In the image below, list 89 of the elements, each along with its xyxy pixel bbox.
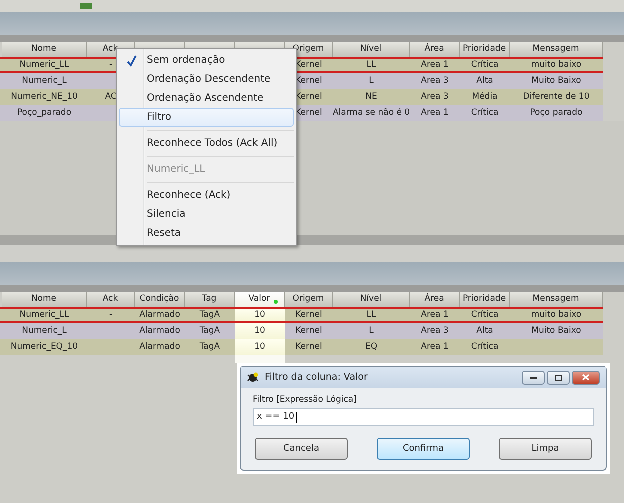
bug-icon bbox=[247, 371, 260, 384]
table-cell: Kernel bbox=[296, 326, 322, 336]
menu-item[interactable]: Reconhece (Ack) bbox=[119, 186, 294, 205]
table-cell: Alarmado bbox=[140, 310, 180, 320]
table-cell: Muito Baixo bbox=[532, 76, 582, 86]
table-cell: Muito Baixo bbox=[532, 326, 582, 336]
column-header[interactable]: Mensagem bbox=[510, 42, 603, 57]
menu-item[interactable]: Reconhece Todos (Ack All) bbox=[119, 134, 294, 153]
table-cell: Alarmado bbox=[140, 326, 180, 336]
column-header[interactable]: Mensagem bbox=[510, 292, 603, 307]
field-label: Filtro [Expressão Lógica] bbox=[253, 395, 358, 405]
table-cell: Numeric_LL bbox=[20, 60, 70, 70]
table-cell: Area 3 bbox=[421, 326, 449, 336]
column-header[interactable]: Tag bbox=[185, 292, 235, 307]
menu-item[interactable]: Ordenação Ascendente bbox=[119, 89, 294, 108]
column-header[interactable]: Área bbox=[410, 42, 460, 57]
table-cell: Kernel bbox=[296, 342, 322, 352]
column-header[interactable]: Prioridade bbox=[460, 42, 510, 57]
table-cell: 10 bbox=[254, 310, 266, 320]
alarm-row[interactable]: Numeric_L Alarmado TagA 10 Kernel L Area 3 Alta Muito Baixo bbox=[0, 323, 603, 339]
table-cell: Numeric_L bbox=[22, 76, 67, 86]
table-cell: TagA bbox=[200, 326, 220, 336]
dialog-button[interactable]: Limpa bbox=[499, 438, 592, 460]
table-cell: muito baixo bbox=[531, 310, 582, 320]
table-cell: Alarmado bbox=[140, 342, 180, 352]
menu-item[interactable]: Reseta bbox=[119, 224, 294, 243]
column-header[interactable]: Nível bbox=[333, 292, 410, 307]
table-cell: Alarma se não é 0 bbox=[333, 108, 410, 118]
column-header[interactable]: Nível bbox=[333, 42, 410, 57]
table-cell: 10 bbox=[254, 342, 266, 352]
table-cell: Alta bbox=[476, 326, 494, 336]
table-cell: Area 1 bbox=[421, 60, 449, 70]
minimize-button[interactable] bbox=[522, 370, 545, 384]
table-cell: TagA bbox=[200, 310, 220, 320]
table-cell: EQ bbox=[365, 342, 378, 352]
minimize-icon bbox=[530, 376, 537, 378]
table-cell: L bbox=[369, 76, 374, 86]
close-button[interactable] bbox=[572, 370, 600, 384]
table-cell: - bbox=[109, 60, 113, 70]
column-header[interactable]: Nome bbox=[2, 292, 87, 307]
table-cell: Numeric_LL bbox=[20, 310, 70, 320]
table-cell: Alta bbox=[476, 76, 494, 86]
close-icon bbox=[582, 374, 590, 381]
column-header[interactable]: Prioridade bbox=[460, 292, 510, 307]
dialog-button[interactable]: Cancela bbox=[255, 438, 348, 460]
menu-item[interactable]: Ordenação Descendente bbox=[119, 70, 294, 89]
table-cell: muito baixo bbox=[531, 60, 582, 70]
checkmark-icon bbox=[127, 54, 137, 66]
table-cell: Area 1 bbox=[421, 342, 449, 352]
table-cell: L bbox=[369, 326, 374, 336]
menu-item[interactable]: Silencia bbox=[119, 205, 294, 224]
table-cell: Crítica bbox=[471, 60, 499, 70]
table-cell: AC bbox=[105, 92, 117, 102]
table-cell: NE bbox=[366, 92, 378, 102]
table-cell: Poço_parado bbox=[17, 108, 72, 118]
table-cell: Crítica bbox=[471, 310, 499, 320]
alarm-row[interactable]: Numeric_EQ_10 Alarmado TagA 10 Kernel EQ Area 1 Crítica bbox=[0, 339, 603, 355]
table-cell: Numeric_NE_10 bbox=[11, 92, 78, 102]
table-cell: Area 1 bbox=[421, 310, 449, 320]
table-cell: Crítica bbox=[471, 108, 499, 118]
table-cell: LL bbox=[366, 60, 376, 70]
menu-item[interactable]: Filtro bbox=[119, 108, 294, 127]
filter-dot-icon bbox=[274, 300, 278, 304]
table-cell: Numeric_EQ_10 bbox=[10, 342, 78, 352]
alarm-row[interactable]: Numeric_LL - Alarmado TagA 10 Kernel LL Area 1 Crítica muito baixo bbox=[0, 307, 603, 323]
dialog-title: Filtro da coluna: Valor bbox=[265, 372, 368, 383]
table-cell: Média bbox=[472, 92, 498, 102]
column-header[interactable]: Origem bbox=[285, 292, 333, 307]
filter-input-field[interactable]: x == 10 bbox=[253, 408, 594, 426]
table-cell: - bbox=[109, 310, 113, 320]
table-cell: Area 1 bbox=[421, 108, 449, 118]
table-cell: Area 3 bbox=[421, 76, 449, 86]
table-cell: 10 bbox=[254, 326, 266, 336]
column-header[interactable]: Ack bbox=[87, 292, 135, 307]
column-header[interactable]: Nome bbox=[2, 42, 87, 57]
column-header[interactable]: Condição bbox=[135, 292, 185, 307]
table-cell: Diferente de 10 bbox=[523, 92, 590, 102]
table-cell: Area 3 bbox=[421, 92, 449, 102]
maximize-button[interactable] bbox=[547, 370, 570, 384]
column-header[interactable]: Área bbox=[410, 292, 460, 307]
table-cell: Crítica bbox=[471, 342, 499, 352]
table-cell: Numeric_L bbox=[22, 326, 67, 336]
table-cell: LL bbox=[366, 310, 376, 320]
maximize-icon bbox=[555, 374, 562, 380]
column-header[interactable]: Valor bbox=[235, 292, 285, 307]
table-cell: Poço parado bbox=[530, 108, 583, 118]
dialog-button[interactable]: Confirma bbox=[377, 438, 470, 460]
table-cell: Kernel bbox=[296, 310, 322, 320]
table-cell: TagA bbox=[200, 342, 220, 352]
